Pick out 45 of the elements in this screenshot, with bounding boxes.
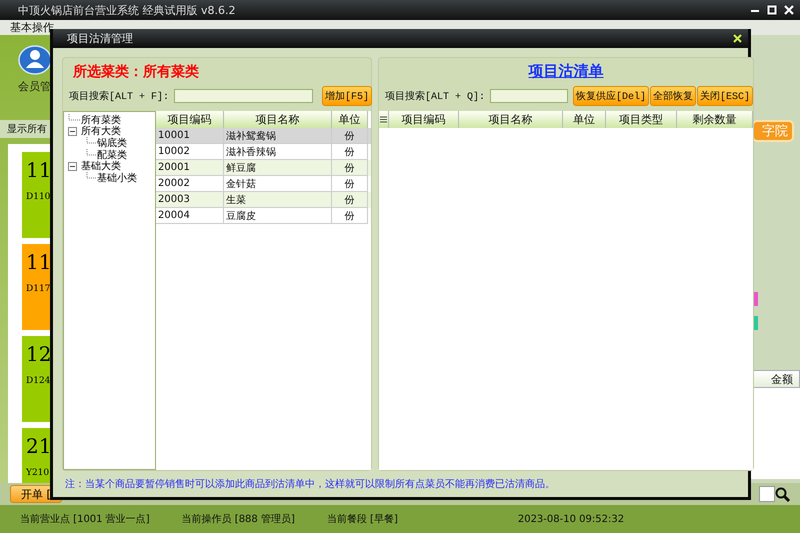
status-text: 2023-08-10 09:52:32	[518, 514, 624, 524]
category-heading: 所选菜类：所有菜类	[73, 62, 199, 80]
column-header[interactable]: 项目名称	[224, 111, 332, 128]
restore-all-button[interactable]: 全部恢复	[650, 86, 696, 106]
tree-item[interactable]: 基础大类	[81, 161, 121, 172]
column-header[interactable]: 项目类型	[606, 111, 677, 128]
collapse-icon[interactable]	[68, 162, 77, 171]
column-header[interactable]: 项目编码	[156, 111, 224, 128]
search-field[interactable]	[174, 89, 314, 103]
status-text: 当前餐段 [早餐]	[326, 512, 398, 526]
table-row[interactable]: 20004 豆腐皮 份	[156, 208, 371, 224]
tree-item[interactable]: 基础小类	[97, 172, 137, 184]
add-button[interactable]: 增加[F5]	[322, 86, 372, 106]
maximize-icon[interactable]	[767, 5, 777, 15]
table-row[interactable]: 20003 生菜 份	[156, 192, 371, 208]
member-label[interactable]: 会员管	[18, 79, 51, 94]
status-text: 当前营业点 [1001 营业一点]	[20, 512, 150, 526]
list-icon	[380, 116, 387, 123]
search-field[interactable]	[759, 486, 775, 502]
window-title: 中顶火锅店前台营业系统 经典试用版 v8.6.2	[18, 2, 236, 18]
search-icon[interactable]	[775, 486, 790, 502]
close-button[interactable]: 关闭[ESC]	[697, 86, 754, 106]
search-label: 项目搜索[ALT + Q]:	[385, 90, 486, 103]
tree-item[interactable]: 所有大类	[81, 126, 121, 137]
note-text: 注：当某个商品要暂停销售时可以添加此商品到沽清单中，这样就可以限制所有点菜员不能再消费已沽清商品。	[65, 478, 555, 491]
list-title: 项目沽清单	[528, 62, 604, 81]
search-field[interactable]	[490, 89, 568, 103]
table-row[interactable]: 10001 滋补鸳鸯锅 份	[156, 128, 371, 144]
filter-label[interactable]: 显示所有	[7, 122, 47, 136]
tree-item[interactable]: 锅底类	[97, 138, 127, 148]
column-header[interactable]: 剩余数量	[677, 111, 754, 128]
column-header[interactable]: 单位	[563, 111, 606, 128]
collapse-icon[interactable]	[68, 127, 77, 136]
column-header[interactable]: 单位	[332, 111, 368, 128]
close-icon[interactable]	[733, 34, 742, 43]
table-row[interactable]: 20001 鲜豆腐 份	[156, 160, 371, 176]
dialog-title: 项目沽清管理	[67, 31, 134, 46]
column-header[interactable]: 项目编码	[389, 111, 459, 128]
tree-item[interactable]: 所有菜类	[81, 114, 121, 126]
tree-item[interactable]: 配菜类	[97, 150, 127, 160]
user-icon[interactable]	[18, 45, 52, 75]
column-header[interactable]: 项目名称	[459, 111, 563, 128]
status-text: 当前操作员 [888 管理员]	[182, 512, 295, 526]
restore-button[interactable]: 恢复供应[Del]	[573, 86, 650, 106]
search-label: 项目搜索[ALT + F]:	[69, 90, 170, 103]
